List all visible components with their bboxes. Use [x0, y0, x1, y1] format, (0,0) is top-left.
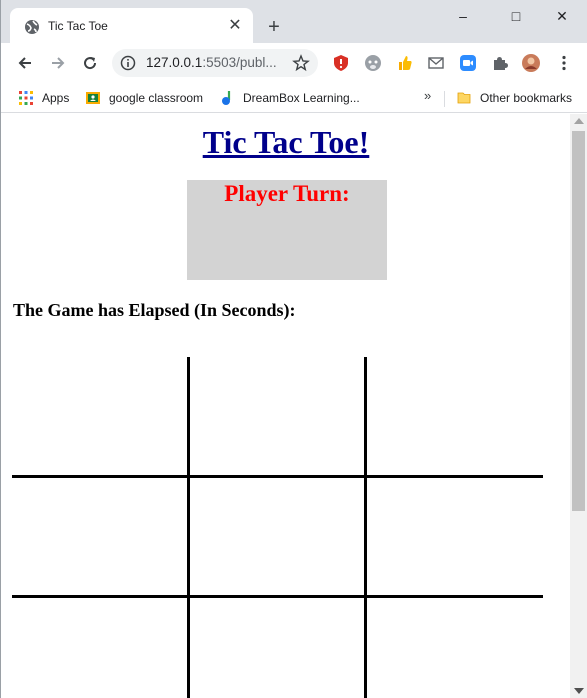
back-button[interactable] [12, 50, 38, 76]
bookmark-dreambox[interactable]: DreamBox Learning... [219, 88, 360, 108]
globe-icon [25, 20, 39, 34]
scroll-up-arrow-icon[interactable] [574, 118, 584, 124]
player-turn-box: Player Turn: [187, 180, 387, 280]
url-path: :5503/publ... [202, 55, 277, 70]
board-cell-4[interactable] [12, 477, 189, 597]
scrollbar-thumb[interactable] [572, 131, 585, 511]
browser-toolbar: 127.0.0.1:5503/publ... [1, 43, 587, 83]
tab-title: Tic Tac Toe [48, 19, 108, 33]
address-bar[interactable]: 127.0.0.1:5503/publ... [112, 49, 318, 77]
board-cell-7[interactable] [12, 597, 189, 698]
url-host: 127.0.0.1 [146, 55, 203, 70]
bookmark-label: google classroom [109, 91, 204, 105]
reload-button[interactable] [77, 50, 103, 76]
tab-close-icon[interactable]: ✕ [225, 16, 245, 36]
board-divider-vertical-2 [364, 357, 367, 698]
bookmarks-divider [444, 91, 445, 107]
maximize-button[interactable]: □ [496, 4, 536, 28]
board-cell-8[interactable] [189, 597, 366, 698]
board-cell-2[interactable] [189, 357, 366, 477]
tab-strip: Tic Tac Toe ✕ + – □ ✕ [1, 0, 587, 44]
dreambox-icon [222, 91, 231, 105]
bookmarks-bar: Apps google classroom DreamBox Learning.… [1, 83, 587, 113]
forward-button[interactable] [45, 50, 71, 76]
tab-tic-tac-toe[interactable]: Tic Tac Toe ✕ [10, 8, 253, 44]
monkey-extension-icon[interactable] [363, 53, 383, 73]
more-menu-icon[interactable] [554, 53, 574, 73]
board-cell-9[interactable] [366, 597, 543, 698]
arrow-right-icon [52, 57, 65, 69]
classroom-icon [86, 92, 100, 104]
board-cell-6[interactable] [366, 477, 543, 597]
game-board [12, 357, 543, 698]
bookmark-google-classroom[interactable]: google classroom [85, 88, 203, 108]
new-tab-button[interactable]: + [263, 16, 285, 38]
star-icon[interactable] [292, 54, 310, 72]
bookmark-other-bookmarks[interactable]: Other bookmarks [456, 88, 572, 108]
arrow-left-icon [18, 57, 31, 69]
scroll-down-arrow-icon[interactable] [574, 688, 584, 694]
board-cell-3[interactable] [366, 357, 543, 477]
browser-window: Tic Tac Toe ✕ + – □ ✕ 127.0.0.1:5503/pub… [0, 0, 587, 698]
apps-grid-icon [19, 91, 33, 105]
shield-extension-icon[interactable] [331, 53, 351, 73]
board-divider-horizontal-2 [12, 595, 543, 598]
thumbs-up-extension-icon[interactable] [395, 53, 415, 73]
reload-icon [84, 57, 97, 70]
minimize-button[interactable]: – [443, 4, 483, 28]
board-divider-vertical-1 [187, 357, 190, 698]
player-turn-label: Player Turn: [224, 181, 350, 206]
bookmarks-overflow-button[interactable]: » [424, 88, 431, 103]
board-cell-5[interactable] [189, 477, 366, 597]
close-window-button[interactable]: ✕ [542, 4, 582, 28]
page-content: Tic Tac Toe! Player Turn: The Game has E… [2, 114, 570, 698]
page-title: Tic Tac Toe! [202, 124, 370, 160]
folder-icon [457, 92, 471, 104]
zoom-extension-icon[interactable] [458, 53, 478, 73]
board-divider-horizontal-1 [12, 475, 543, 478]
info-icon[interactable] [120, 55, 136, 71]
url-text: 127.0.0.1:5503/publ... [146, 55, 277, 70]
elapsed-time-label: The Game has Elapsed (In Seconds): [13, 300, 296, 320]
bookmark-apps[interactable]: Apps [18, 88, 69, 108]
bookmark-label: Apps [42, 91, 70, 105]
mail-extension-icon[interactable] [426, 53, 446, 73]
puzzle-extensions-icon[interactable] [490, 53, 510, 73]
bookmark-label: DreamBox Learning... [243, 91, 360, 105]
profile-avatar[interactable] [521, 53, 541, 73]
vertical-scrollbar[interactable] [570, 114, 587, 698]
bookmark-label: Other bookmarks [480, 91, 573, 105]
board-cell-1[interactable] [12, 357, 189, 477]
